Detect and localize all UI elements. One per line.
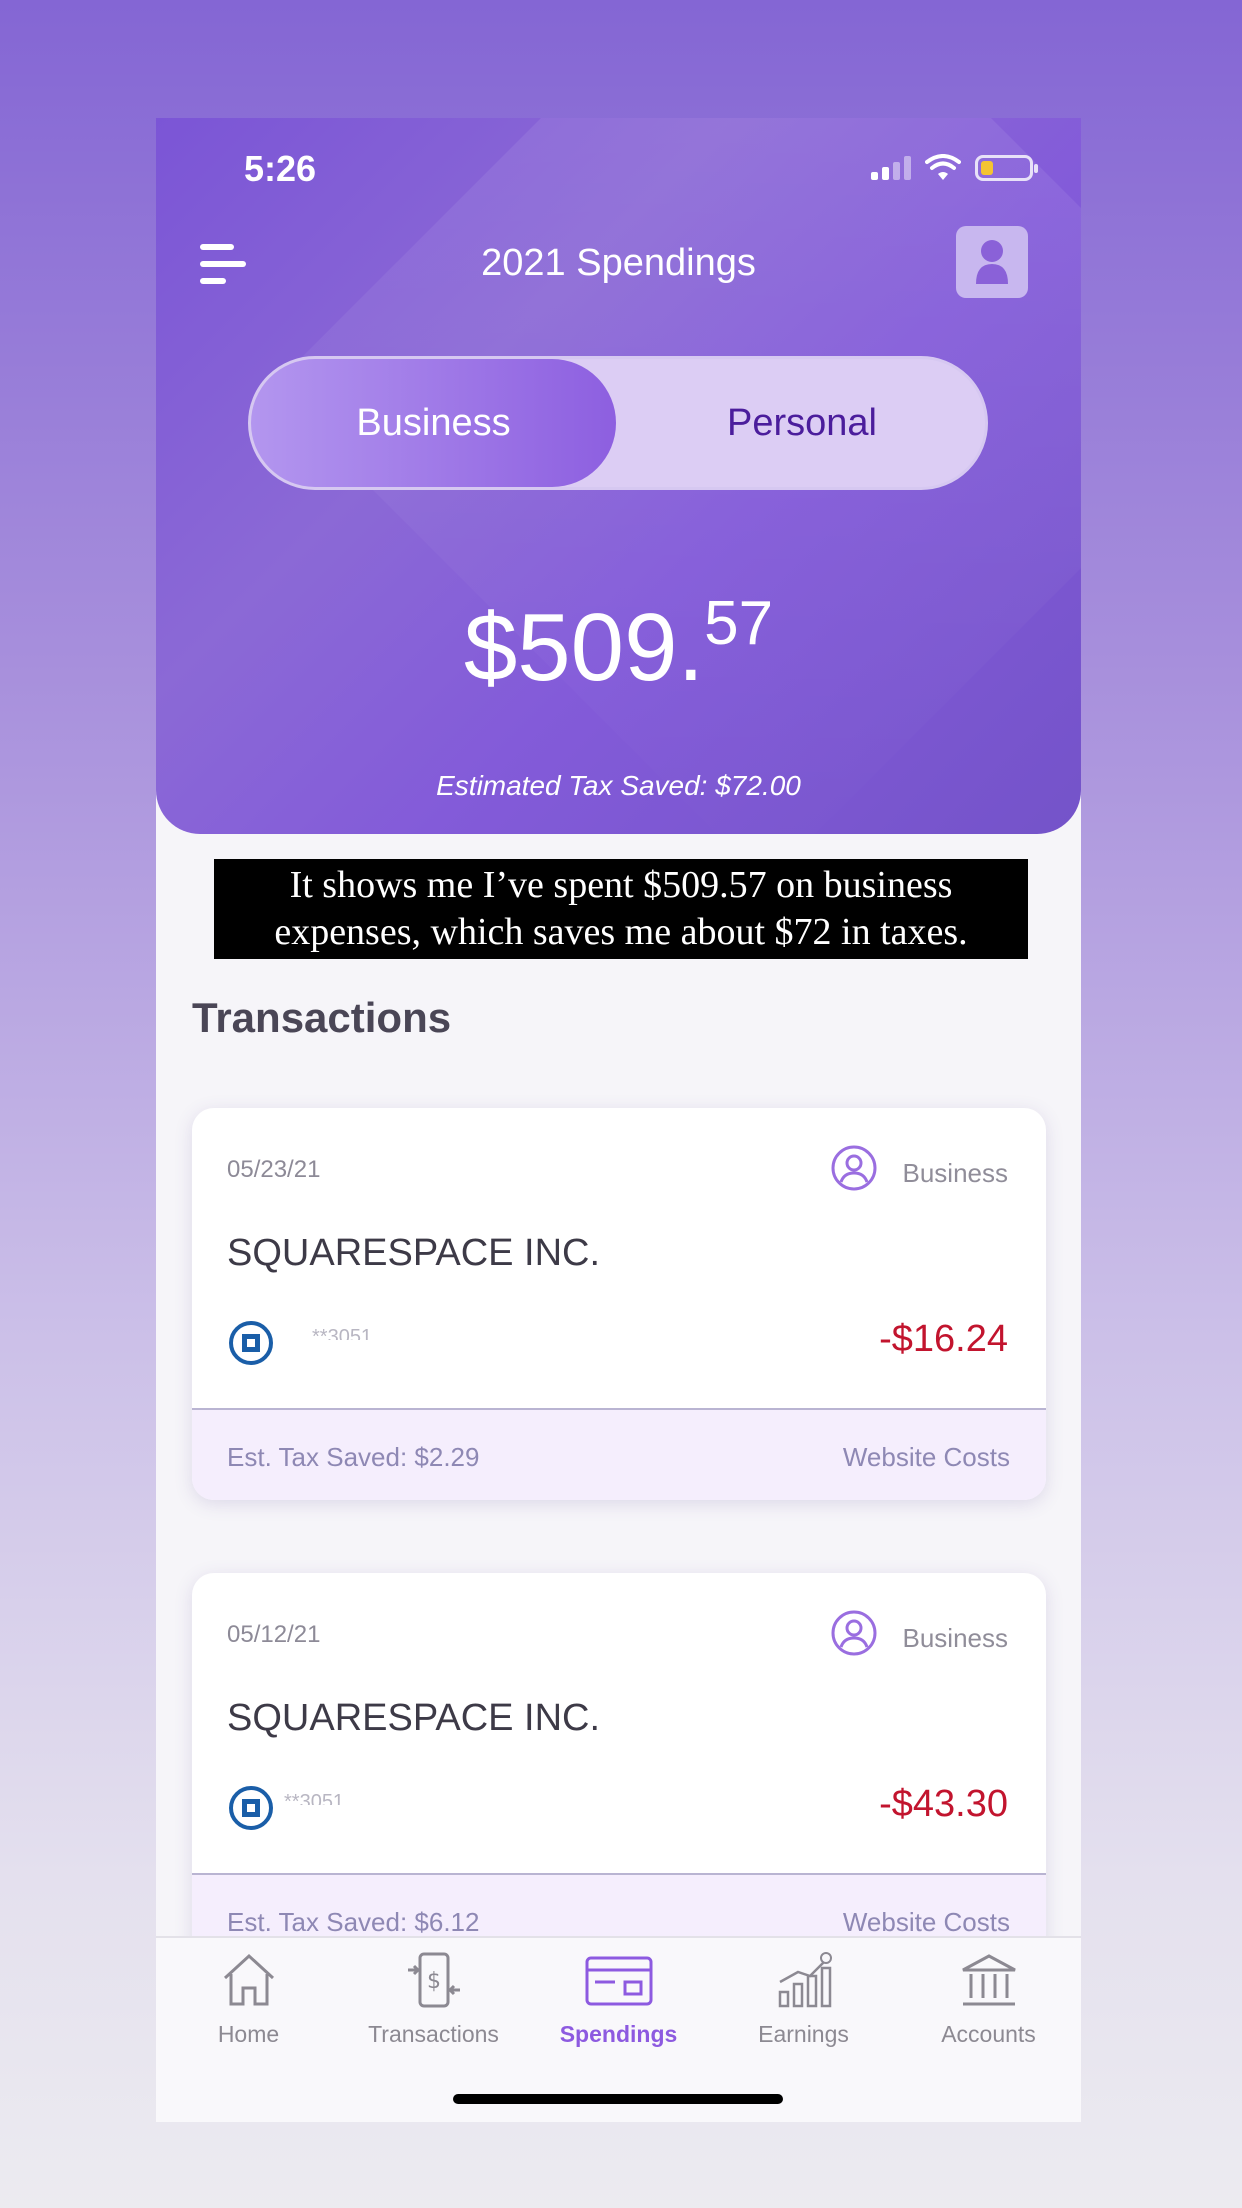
wifi-icon (925, 154, 961, 180)
user-icon (976, 240, 1008, 284)
account-number: **3051 (312, 1326, 373, 1340)
transaction-amount: -$16.24 (879, 1318, 1008, 1360)
chase-bank-icon (229, 1786, 273, 1830)
tab-label: Transactions (368, 2021, 499, 2047)
profile-button[interactable] (956, 226, 1028, 298)
tab-label: Earnings (758, 2021, 849, 2047)
home-indicator[interactable] (453, 2094, 783, 2104)
person-icon (831, 1610, 877, 1656)
transaction-amount: -$43.30 (879, 1783, 1008, 1825)
tab-accounts[interactable]: Accounts (896, 1952, 1081, 2048)
status-time: 5:26 (244, 148, 317, 189)
transaction-type: Business (902, 1158, 1009, 1188)
chase-bank-icon (229, 1321, 273, 1365)
transactions-icon: $ (407, 1952, 460, 2008)
estimated-tax: Estimated Tax Saved: $72.00 (436, 770, 801, 801)
business-personal-toggle[interactable]: Business Personal (248, 356, 988, 490)
transaction-type: Business (902, 1623, 1009, 1653)
category[interactable]: Website Costs (843, 1907, 1010, 1938)
amount-cents: 57 (704, 589, 774, 658)
tax-saved: Est. Tax Saved: $6.12 (227, 1907, 480, 1937)
battery-icon (975, 155, 1038, 181)
tab-label: Accounts (941, 2021, 1036, 2047)
category[interactable]: Website Costs (843, 1442, 1010, 1473)
tab-label: Home (217, 2021, 280, 2047)
total-amount: $509.57 (156, 588, 1081, 703)
transaction-date: 05/23/21 (227, 1156, 321, 1183)
merchant-name: SQUARESPACE INC. (227, 1697, 601, 1739)
caption-line-2: expenses, which saves me about $72 in ta… (274, 911, 968, 953)
svg-text:$: $ (427, 1969, 441, 1994)
signal-icon (871, 156, 911, 180)
phone-screen: 5:26 2021 Spendings Business Personal $5… (156, 118, 1081, 2122)
toggle-personal[interactable]: Personal (616, 359, 988, 487)
status-icons (871, 154, 1038, 182)
card-icon (585, 1956, 652, 2006)
transaction-card[interactable]: 05/23/21 Business SQUARESPACE INC. **305… (192, 1108, 1046, 1500)
video-caption: It shows me I’ve spent $509.57 on busine… (214, 859, 1028, 959)
tab-spendings[interactable]: Spendings (526, 1952, 711, 2048)
account-number: **3051 (284, 1791, 345, 1805)
chart-icon (778, 1952, 832, 2008)
toggle-business[interactable]: Business (251, 359, 616, 487)
home-icon (223, 1953, 274, 2006)
bank-icon (961, 1954, 1016, 2006)
transactions-title: Transactions (192, 994, 452, 1041)
merchant-name: SQUARESPACE INC. (227, 1232, 601, 1274)
page-title: 2021 Spendings (481, 242, 756, 284)
card-footer: Est. Tax Saved: $2.29 Website Costs (192, 1408, 1046, 1500)
tab-transactions[interactable]: $ Transactions (341, 1952, 526, 2048)
header-panel: 5:26 2021 Spendings Business Personal $5… (156, 118, 1081, 834)
caption-line-1: It shows me I’ve spent $509.57 on busine… (289, 864, 953, 906)
amount-main: $509. (463, 594, 705, 701)
tab-earnings[interactable]: Earnings (711, 1952, 896, 2048)
transaction-card[interactable]: 05/12/21 Business SQUARESPACE INC. **305… (192, 1573, 1046, 1965)
person-icon (831, 1145, 877, 1191)
tax-saved: Est. Tax Saved: $2.29 (227, 1442, 480, 1472)
tab-label: Spendings (559, 2021, 678, 2047)
transaction-date: 05/12/21 (227, 1621, 321, 1648)
tab-home[interactable]: Home (156, 1952, 341, 2048)
